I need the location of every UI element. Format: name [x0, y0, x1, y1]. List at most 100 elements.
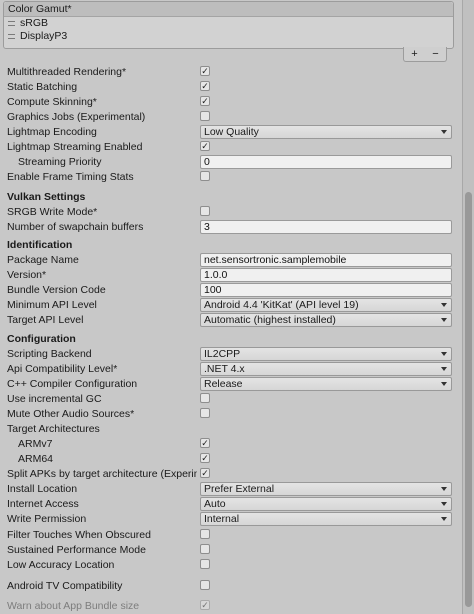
internet-access-row: Internet Access Auto	[7, 497, 453, 512]
color-gamut-item-srgb[interactable]: sRGB	[4, 17, 453, 30]
version-label: Version*	[7, 269, 47, 281]
compute-skinning-checkbox[interactable]	[200, 96, 210, 106]
android-tv-checkbox[interactable]	[200, 580, 210, 590]
dropdown-arrow-icon	[441, 303, 447, 307]
target-api-dropdown[interactable]: Automatic (highest installed)	[200, 313, 452, 327]
streaming-priority-row: Streaming Priority 0	[7, 155, 453, 170]
drag-handle-icon[interactable]	[8, 34, 15, 39]
version-input[interactable]: 1.0.0	[200, 268, 452, 282]
compute-skinning-row: Compute Skinning*	[7, 95, 453, 110]
vulkan-settings-header: Vulkan Settings	[7, 191, 86, 203]
arm64-checkbox[interactable]	[200, 453, 210, 463]
arm64-label: ARM64	[18, 453, 54, 465]
install-location-dropdown[interactable]: Prefer External	[200, 482, 452, 496]
minimum-api-value: Android 4.4 'KitKat' (API level 19)	[204, 299, 359, 311]
dropdown-arrow-icon	[441, 517, 447, 521]
dropdown-arrow-icon	[441, 367, 447, 371]
target-architectures-label: Target Architectures	[7, 423, 100, 435]
api-compatibility-label: Api Compatibility Level*	[7, 363, 118, 375]
write-permission-dropdown[interactable]: Internal	[200, 512, 452, 526]
color-gamut-footer: + −	[403, 47, 447, 62]
internet-access-label: Internet Access	[7, 498, 79, 510]
cpp-compiler-dropdown[interactable]: Release	[200, 377, 452, 391]
minimum-api-dropdown[interactable]: Android 4.4 'KitKat' (API level 19)	[200, 298, 452, 312]
scripting-backend-dropdown[interactable]: IL2CPP	[200, 347, 452, 361]
color-gamut-item-displayp3[interactable]: DisplayP3	[4, 30, 453, 43]
streaming-priority-input[interactable]: 0	[200, 155, 452, 169]
color-gamut-item-label: sRGB	[20, 17, 49, 29]
mute-audio-checkbox[interactable]	[200, 408, 210, 418]
low-accuracy-row: Low Accuracy Location	[7, 558, 453, 573]
scrollbar-thumb[interactable]	[465, 192, 472, 607]
write-permission-label: Write Permission	[7, 513, 87, 525]
sustained-performance-checkbox[interactable]	[200, 544, 210, 554]
configuration-header: Configuration	[7, 333, 76, 345]
dropdown-arrow-icon	[441, 130, 447, 134]
minimum-api-row: Minimum API Level Android 4.4 'KitKat' (…	[7, 298, 453, 313]
swapchain-buffers-input[interactable]: 3	[200, 220, 452, 234]
scripting-backend-row: Scripting Backend IL2CPP	[7, 347, 453, 362]
swapchain-buffers-label: Number of swapchain buffers	[7, 221, 144, 233]
internet-access-dropdown[interactable]: Auto	[200, 497, 452, 511]
cpp-compiler-value: Release	[204, 378, 243, 390]
dropdown-arrow-icon	[441, 487, 447, 491]
static-batching-checkbox[interactable]	[200, 81, 210, 91]
lightmap-streaming-row: Lightmap Streaming Enabled	[7, 140, 453, 155]
multithreaded-rendering-label: Multithreaded Rendering*	[7, 66, 127, 78]
color-gamut-header: Color Gamut*	[4, 2, 453, 17]
frame-timing-checkbox[interactable]	[200, 171, 210, 181]
drag-handle-icon[interactable]	[8, 21, 15, 26]
lightmap-streaming-label: Lightmap Streaming Enabled	[7, 141, 143, 153]
remove-gamut-button[interactable]: −	[429, 48, 441, 60]
api-compatibility-row: Api Compatibility Level* .NET 4.x	[7, 362, 453, 377]
color-gamut-item-label: DisplayP3	[20, 30, 68, 42]
split-apks-checkbox[interactable]	[200, 468, 210, 478]
lightmap-encoding-row: Lightmap Encoding Low Quality	[7, 125, 453, 140]
write-permission-value: Internal	[204, 513, 240, 525]
mute-audio-row: Mute Other Audio Sources*	[7, 407, 453, 422]
warn-bundle-checkbox[interactable]	[200, 600, 210, 610]
dropdown-arrow-icon	[441, 318, 447, 322]
lightmap-encoding-dropdown[interactable]: Low Quality	[200, 125, 452, 139]
scripting-backend-value: IL2CPP	[204, 348, 241, 360]
color-gamut-list: Color Gamut* sRGB DisplayP3	[3, 1, 454, 49]
srgb-write-checkbox[interactable]	[200, 206, 210, 216]
internet-access-value: Auto	[204, 498, 226, 510]
add-gamut-button[interactable]: +	[408, 48, 420, 60]
low-accuracy-checkbox[interactable]	[200, 559, 210, 569]
srgb-write-label: SRGB Write Mode*	[7, 206, 98, 218]
incremental-gc-checkbox[interactable]	[200, 393, 210, 403]
api-compatibility-dropdown[interactable]: .NET 4.x	[200, 362, 452, 376]
arm64-row: ARM64	[7, 452, 453, 467]
armv7-label: ARMv7	[18, 438, 53, 450]
install-location-label: Install Location	[7, 483, 78, 495]
graphics-jobs-checkbox[interactable]	[200, 111, 210, 121]
lightmap-encoding-label: Lightmap Encoding	[7, 126, 97, 138]
android-tv-label: Android TV Compatibility	[7, 580, 123, 592]
graphics-jobs-row: Graphics Jobs (Experimental)	[7, 110, 453, 125]
low-accuracy-label: Low Accuracy Location	[7, 559, 115, 571]
vertical-scrollbar[interactable]	[462, 0, 474, 614]
armv7-row: ARMv7	[7, 437, 453, 452]
frame-timing-label: Enable Frame Timing Stats	[7, 171, 134, 183]
lightmap-streaming-checkbox[interactable]	[200, 141, 210, 151]
armv7-checkbox[interactable]	[200, 438, 210, 448]
filter-touches-checkbox[interactable]	[200, 529, 210, 539]
multithreaded-rendering-checkbox[interactable]	[200, 66, 210, 76]
cpp-compiler-label: C++ Compiler Configuration	[7, 378, 138, 390]
cpp-compiler-row: C++ Compiler Configuration Release	[7, 377, 453, 392]
package-name-input[interactable]: net.sensortronic.samplemobile	[200, 253, 452, 267]
bundle-version-code-input[interactable]: 100	[200, 283, 452, 297]
target-api-value: Automatic (highest installed)	[204, 314, 336, 326]
warn-bundle-label: Warn about App Bundle size	[7, 600, 140, 612]
bundle-version-code-label: Bundle Version Code	[7, 284, 106, 296]
player-settings-panel: Color Gamut* sRGB DisplayP3 + − Multithr…	[0, 0, 462, 614]
multithreaded-rendering-row: Multithreaded Rendering*	[7, 65, 453, 80]
sustained-performance-label: Sustained Performance Mode	[7, 544, 146, 556]
target-architectures-row: Target Architectures	[7, 422, 453, 437]
graphics-jobs-label: Graphics Jobs (Experimental)	[7, 111, 146, 123]
dropdown-arrow-icon	[441, 352, 447, 356]
target-api-label: Target API Level	[7, 314, 84, 326]
install-location-row: Install Location Prefer External	[7, 482, 453, 497]
identification-header: Identification	[7, 239, 73, 251]
